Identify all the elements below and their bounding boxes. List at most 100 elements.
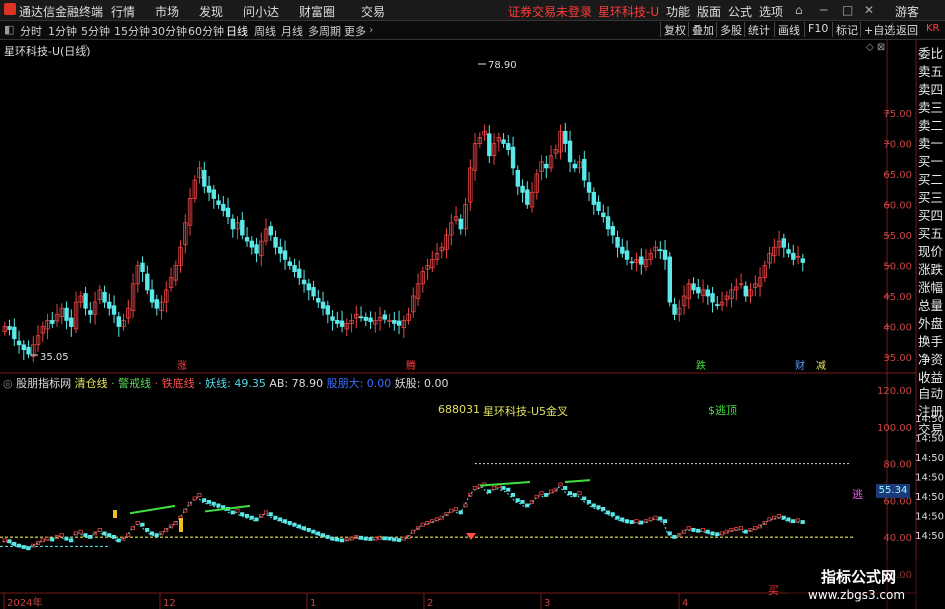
indicator-name[interactable]: 股朋指标网 [16,377,71,390]
login-alert[interactable]: 证券交易未登录 [508,3,592,20]
collapse-icon[interactable]: ◇ ⊠ [866,42,885,53]
sidebar-item[interactable]: 净资 [918,351,945,369]
indicator-bar [278,517,283,522]
period-monthly[interactable]: 月线 [281,23,303,39]
btn-diejia[interactable]: 叠加 [688,22,717,37]
sidebar-action[interactable]: 交易 [918,421,945,439]
candle-body [368,317,373,323]
sidebar-item[interactable]: 现价 [918,243,945,261]
qingcang-line-label: 清仓线 [74,377,108,390]
period-60min[interactable]: 60分钟 [188,23,224,39]
candle-body [705,289,710,297]
period-30min[interactable]: 30分钟 [151,23,187,39]
btn-fuquan[interactable]: 复权 [660,22,689,37]
dropdown-icon[interactable]: ⊙ [80,43,88,54]
marker-cai: 财 [795,359,805,372]
close-icon[interactable]: ✕ [864,3,874,17]
menu-jiaoyi[interactable]: 交易 [361,3,385,20]
indicator-bar [458,510,463,515]
minimize-icon[interactable]: ─ [820,3,827,17]
sidebar-item[interactable]: 买一 [918,153,945,171]
sidebar-item[interactable]: 卖一 [918,135,945,153]
candle-body [211,189,216,199]
btn-duogu[interactable]: 多股 [716,22,745,37]
sidebar-item[interactable]: 涨幅 [918,279,945,297]
marker-jian: 减 [816,360,826,372]
btn-biaoji[interactable]: 标记 [832,22,861,37]
menu-banmian[interactable]: 版面 [697,3,721,20]
indicator-bar [7,539,12,544]
sidebar-item[interactable]: 卖三 [918,99,945,117]
ab-label: AB: [269,377,289,390]
menu-gongneng[interactable]: 功能 [666,3,690,20]
sidebar-item[interactable]: 买五 [918,225,945,243]
time-tick-label: 14:50 [915,512,944,523]
indicator-bar [78,529,83,534]
panel-toggle-icon[interactable]: ◧ [4,23,14,36]
stock-title: 星环科技-U [598,5,660,19]
sidebar-item[interactable]: 涨跌 [918,261,945,279]
main-chart-label: 星环科技-U(日线) [4,45,91,58]
sidebar-item[interactable]: 外盘 [918,315,945,333]
btn-f10[interactable]: F10 [804,22,831,37]
btn-huaxian[interactable]: 画线 [774,22,803,37]
jingjie-segment [129,504,176,515]
indicator-bar [705,529,710,534]
watermark-title: 指标公式网 [821,568,897,586]
period-more[interactable]: 更多 [344,23,366,39]
sidebar-item[interactable]: 委比 [918,45,945,63]
candle-body [582,158,587,181]
period-weekly[interactable]: 周线 [254,23,276,39]
sidebar-item[interactable]: 买二 [918,171,945,189]
sidebar-item[interactable]: 总量 [918,297,945,315]
menu-wenxiaoda[interactable]: 问小达 [243,3,279,20]
sidebar-item[interactable]: 卖四 [918,81,945,99]
indicator-bar [230,510,235,515]
menu-faxian[interactable]: 发现 [199,3,223,20]
sidebar-item[interactable]: 卖五 [918,63,945,81]
indicator-bar [634,519,639,524]
period-fenshi[interactable]: 分时 [20,23,42,39]
indicator-bar [696,528,701,533]
maximize-icon[interactable]: □ [842,3,853,17]
candle-body [287,261,292,266]
menu-hangqing[interactable]: 行情 [111,3,135,20]
headset-icon[interactable]: ⌂ [795,3,803,17]
ab-value: 78.90 [291,377,324,390]
indicator-menu-icon[interactable]: ◎ [3,377,13,390]
indicator-bar [596,505,601,510]
period-1min[interactable]: 1分钟 [48,23,77,39]
indicator-bar [282,519,288,524]
period-5min[interactable]: 5分钟 [81,23,110,39]
kline-chart[interactable]: 75.00 70.00 65.00 60.00 55.00 50.00 45.00 40.00… [0,40,945,609]
period-15min[interactable]: 15分钟 [114,23,150,39]
sidebar-item[interactable]: 换手 [918,333,945,351]
candle-body [620,246,625,254]
candle-body [339,320,345,327]
menu-shichang[interactable]: 市场 [155,3,179,20]
indicator-bar [795,518,801,523]
sidebar-item[interactable]: 买三 [918,189,945,207]
candle-body [658,249,663,252]
sidebar-action[interactable]: 注册 [918,403,945,421]
sidebar-item[interactable]: 卖二 [918,117,945,135]
period-multi[interactable]: 多周期 [308,23,341,39]
period-daily[interactable]: 日线 [226,23,248,39]
chevron-right-icon[interactable]: › [369,23,373,36]
candle-body [107,301,112,309]
indicator-bar [216,503,221,508]
marker-zhang: 涨 [177,360,187,372]
candle-body [26,346,31,355]
btn-tongji[interactable]: 统计 [744,22,773,37]
btn-fanhui[interactable]: 返回 [892,22,921,37]
candle-body [206,185,212,193]
candle-body [624,250,630,260]
guest-label[interactable]: 游客 [895,3,919,20]
menu-gongshi[interactable]: 公式 [728,3,752,20]
signal-bar [113,510,117,518]
sidebar-item[interactable]: 买四 [918,207,945,225]
menu-caifuquan[interactable]: 财富圈 [299,3,335,20]
sidebar-action[interactable]: 自动 [918,385,945,403]
app-title: 通达信金融终端 [19,5,104,19]
menu-xuanxiang[interactable]: 选项 [759,3,783,20]
